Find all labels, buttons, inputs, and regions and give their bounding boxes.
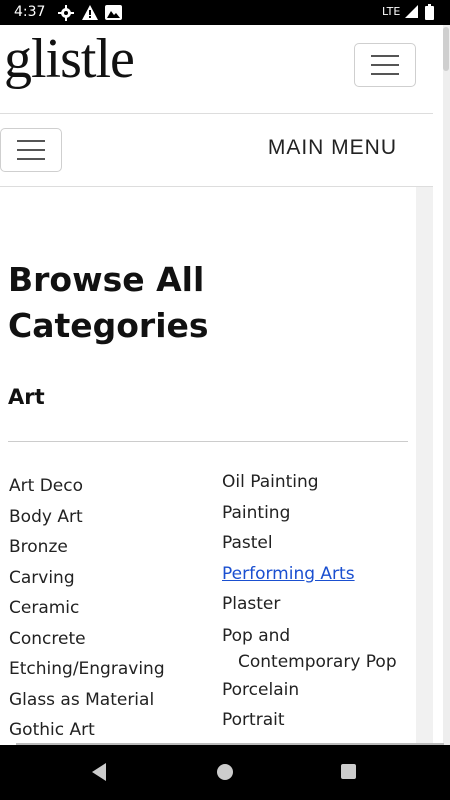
back-icon[interactable] (92, 763, 106, 781)
section-title-art: Art (8, 385, 45, 409)
page-title: Browse All Categories (8, 260, 209, 345)
category-link[interactable]: Bronze (9, 532, 165, 563)
status-time: 4:37 (14, 4, 46, 20)
web-content: glistle MAIN MENU Browse All Categories … (0, 25, 450, 745)
network-label: LTE (382, 5, 401, 18)
category-link-pop-line1[interactable]: Pop and (222, 620, 397, 649)
category-link[interactable]: Art Deco (9, 471, 165, 502)
status-bar: 4:37 LTE (0, 0, 450, 25)
image-icon (105, 5, 122, 24)
signal-icon (405, 5, 418, 22)
category-link-portrait[interactable]: Portrait (222, 705, 397, 736)
vertical-scrollbar[interactable] (443, 25, 450, 745)
home-icon[interactable] (217, 764, 233, 780)
category-link[interactable]: Carving (9, 563, 165, 594)
category-link[interactable]: Glass as Material (9, 685, 165, 716)
section-divider (8, 441, 408, 442)
main-menu-bar: MAIN MENU (0, 114, 433, 187)
category-link-plaster[interactable]: Plaster (222, 589, 397, 620)
category-link-pastel[interactable]: Pastel (222, 528, 397, 559)
category-list-left: Art Deco Body Art Bronze Carving Ceramic… (9, 471, 165, 745)
category-link-oil-painting[interactable]: Oil Painting (222, 467, 397, 498)
vertical-scrollbar-thumb[interactable] (443, 27, 449, 71)
android-nav-bar (0, 745, 450, 800)
category-link[interactable]: Concrete (9, 624, 165, 655)
category-link[interactable]: Ceramic (9, 593, 165, 624)
site-header: glistle (0, 25, 433, 114)
category-link[interactable]: Gothic Art (9, 715, 165, 745)
header-menu-button[interactable] (354, 43, 416, 87)
category-link-porcelain[interactable]: Porcelain (222, 675, 397, 706)
category-list-right: Oil Painting Painting Pastel Performing … (222, 467, 397, 736)
category-link-pop-line2[interactable]: Contemporary Pop (222, 649, 397, 675)
site-logo[interactable]: glistle (4, 29, 135, 89)
recents-icon[interactable] (341, 764, 356, 779)
alert-icon (82, 5, 98, 24)
gear-icon (58, 5, 74, 25)
main-menu-label[interactable]: MAIN MENU (268, 136, 397, 160)
category-link[interactable]: Body Art (9, 502, 165, 533)
category-link-performing-arts[interactable]: Performing Arts (222, 559, 397, 590)
right-gutter (416, 187, 433, 745)
category-link-painting[interactable]: Painting (222, 498, 397, 529)
category-link[interactable]: Etching/Engraving (9, 654, 165, 685)
battery-icon (425, 4, 434, 24)
main-menu-toggle-button[interactable] (0, 128, 62, 172)
